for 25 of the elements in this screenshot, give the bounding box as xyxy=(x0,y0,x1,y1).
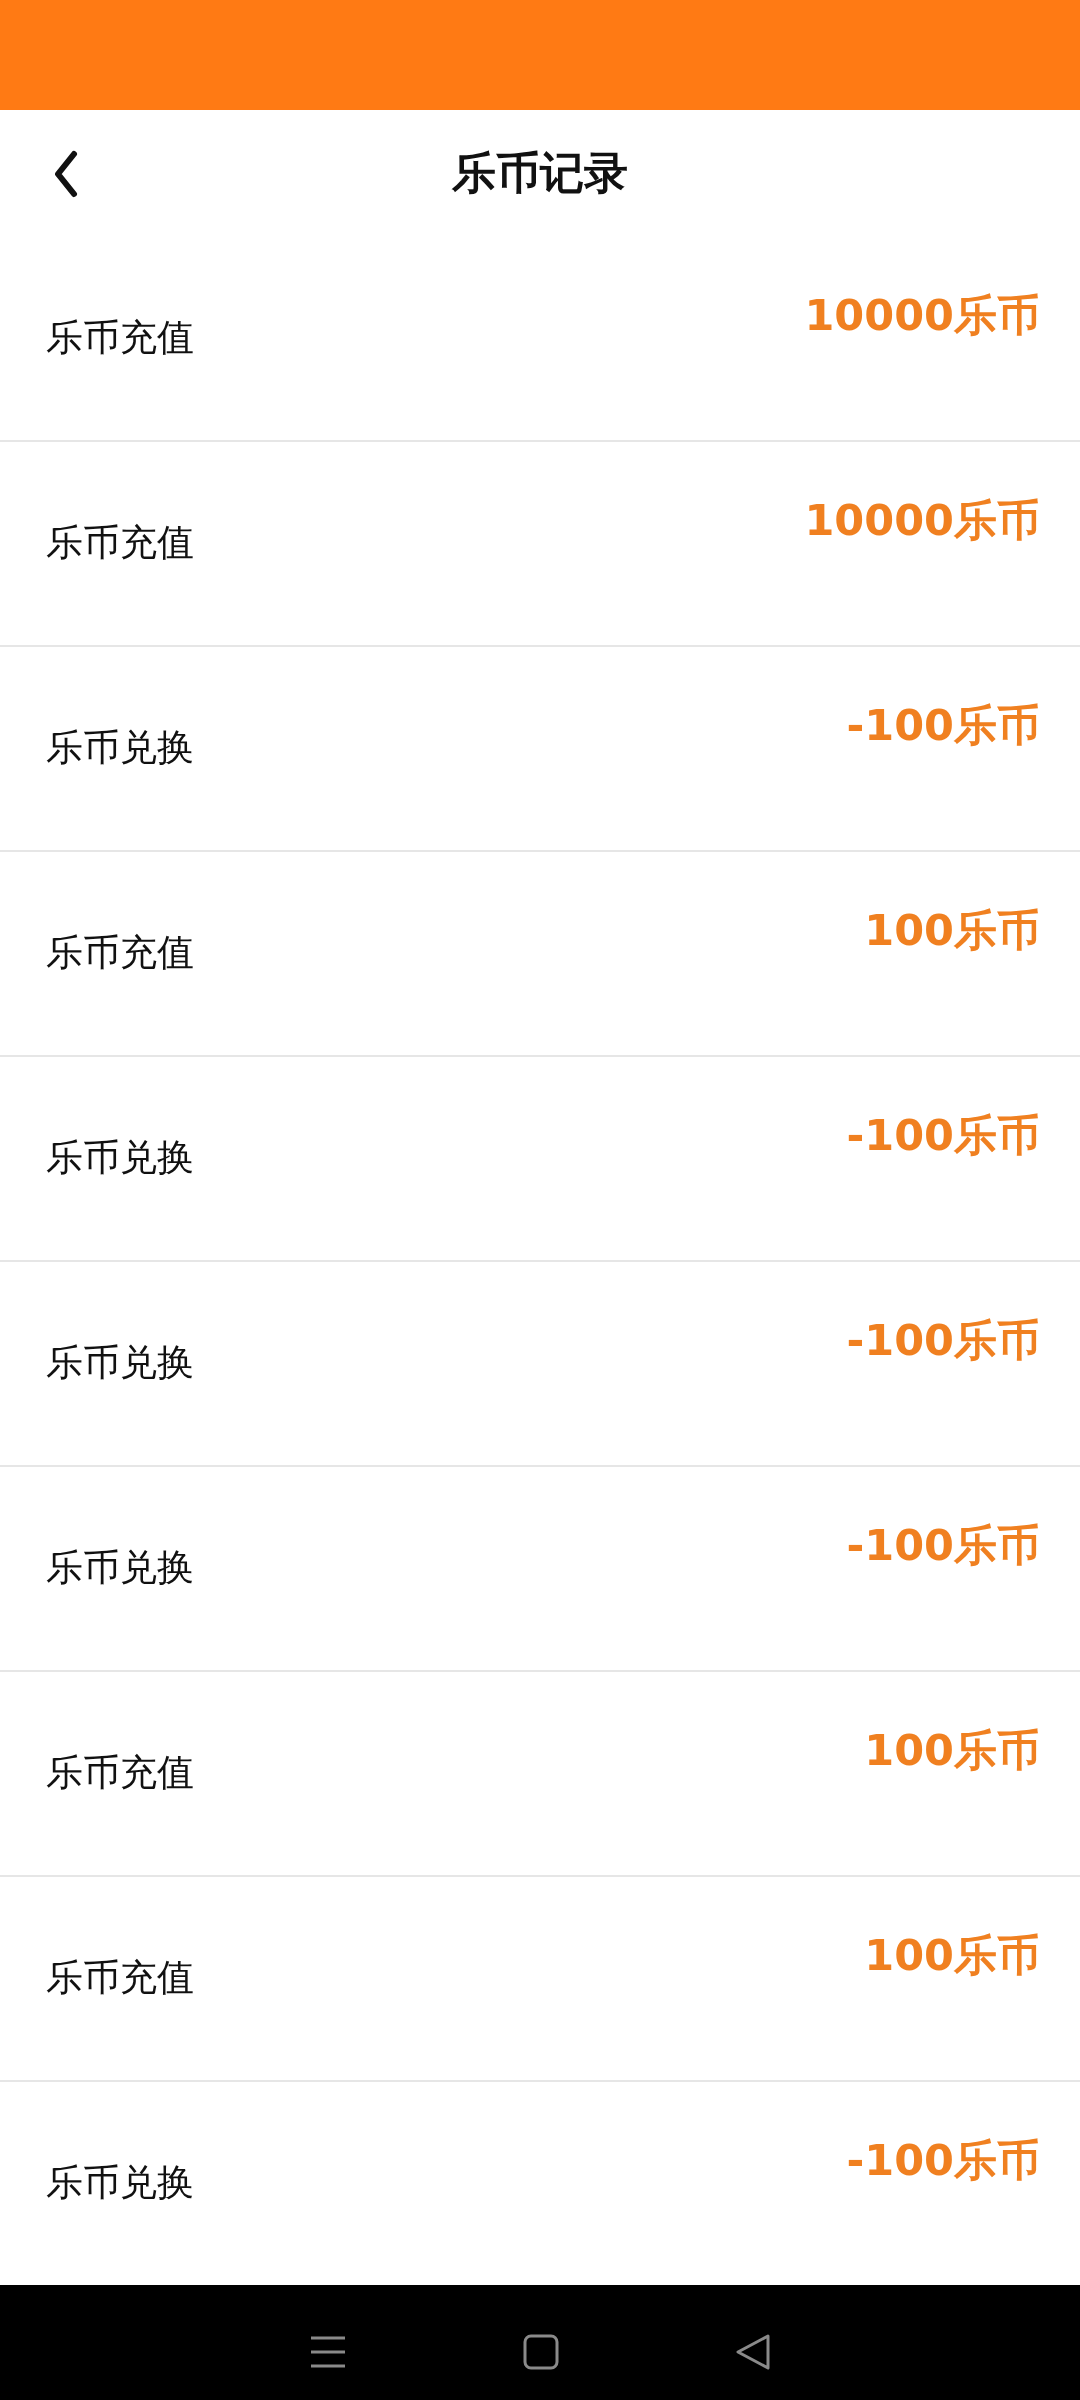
coin-amount: -100乐币 xyxy=(846,1109,1040,1162)
page-title: 乐币记录 xyxy=(452,146,628,200)
coin-amount: -100乐币 xyxy=(846,1314,1040,1367)
menu-icon[interactable] xyxy=(309,2335,347,2369)
coin-amount: 10000乐币 xyxy=(804,289,1040,342)
coin-amount: -100乐币 xyxy=(846,699,1040,752)
home-icon[interactable] xyxy=(523,2334,559,2370)
record-type: 乐币兑换 xyxy=(46,2160,194,2206)
record-type: 乐币充值 xyxy=(46,315,194,361)
coin-amount: 10000乐币 xyxy=(804,494,1040,547)
record-type: 乐币兑换 xyxy=(46,725,194,771)
coin-amount: -100乐币 xyxy=(846,1519,1040,1572)
record-type: 乐币兑换 xyxy=(46,1545,194,1591)
back-button[interactable] xyxy=(52,150,80,198)
coin-amount: 100乐币 xyxy=(864,1724,1040,1777)
back-icon[interactable] xyxy=(735,2334,771,2370)
record-type: 乐币兑换 xyxy=(46,1135,194,1181)
coin-amount: 100乐币 xyxy=(864,904,1040,957)
record-type: 乐币兑换 xyxy=(46,1340,194,1386)
record-type: 乐币充值 xyxy=(46,1750,194,1796)
coin-amount: -100乐币 xyxy=(846,2134,1040,2187)
record-type: 乐币充值 xyxy=(46,930,194,976)
record-type: 乐币充值 xyxy=(46,1955,194,2001)
coin-amount: 100乐币 xyxy=(864,1929,1040,1982)
record-type: 乐币充值 xyxy=(46,520,194,566)
